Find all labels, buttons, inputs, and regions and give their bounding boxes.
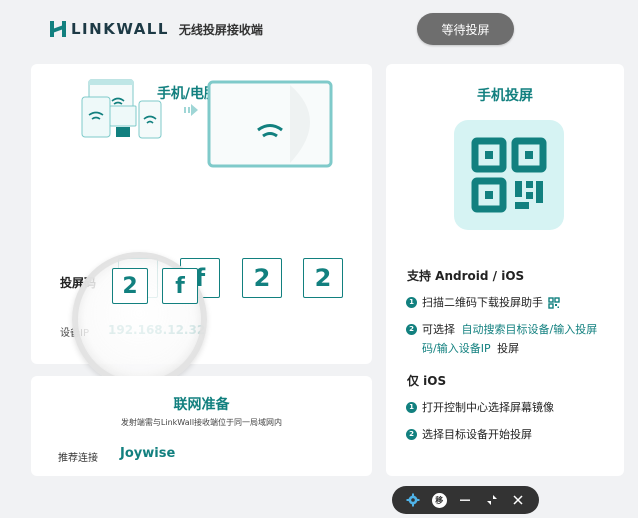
ios-step-2-text: 选择目标设备开始投屏 — [422, 428, 532, 441]
ios-only-heading: 仅 iOS — [407, 374, 447, 388]
cast-code-digit-4: 2 — [303, 258, 343, 298]
step-number-badge: 2 — [406, 429, 417, 440]
phone-cast-card: 手机投屏 支持 Android / iOS 1 扫描二维码下载投屏助手 2 可选… — [386, 64, 624, 476]
ios-step-2: 2 选择目标设备开始投屏 — [406, 425, 532, 444]
brand-logo: LINKWALL 无线投屏接收端 — [50, 18, 263, 40]
network-prep-description: 发射端需与LinkWall接收端位于同一局域网内 — [120, 418, 283, 427]
android-step-2-prefix: 可选择 — [422, 323, 455, 336]
network-prep-title: 联网准备 — [173, 397, 230, 413]
phone-cast-title: 手机投屏 — [477, 88, 533, 104]
linkwall-logo-icon — [50, 21, 66, 37]
device-ip-label: 设备IP — [60, 328, 89, 339]
phone-icon — [138, 100, 162, 139]
step-number-badge: 1 — [406, 297, 417, 308]
settings-gear-icon[interactable] — [404, 491, 422, 509]
recommended-network-label: 推荐连接 — [58, 453, 98, 464]
app-window: LINKWALL 无线投屏接收端 等待投屏 手机/电脑投屏 投屏码 2 f 2 … — [0, 0, 638, 518]
minimize-icon[interactable] — [456, 491, 474, 509]
cast-code-label: 投屏码 — [60, 276, 97, 290]
arrow-right-icon — [184, 104, 198, 116]
tablet-icon — [81, 96, 111, 138]
brand-name: LINKWALL — [71, 20, 169, 38]
qr-small-icon — [548, 297, 560, 309]
move-button[interactable]: 移 — [430, 491, 448, 509]
move-label: 移 — [431, 492, 447, 508]
network-prep-card: 联网准备 发射端需与LinkWall接收端位于同一局域网内 推荐连接 Joywi… — [31, 376, 372, 476]
android-step-1-text: 扫描二维码下载投屏助手 — [422, 296, 543, 309]
android-step-1: 1 扫描二维码下载投屏助手 — [406, 293, 560, 312]
cast-code-digit-3: 2 — [242, 258, 282, 298]
cast-code-digit-1: 2 — [118, 258, 158, 298]
cast-methods-link-line1[interactable]: 自动搜索目标设备/输入投屏 — [462, 323, 598, 336]
step-number-badge: 1 — [406, 402, 417, 413]
cast-code-digit-2: f — [180, 258, 220, 298]
qr-code-tile[interactable] — [454, 120, 564, 230]
collapse-arrows-icon[interactable] — [483, 491, 501, 509]
brand-subtitle: 无线投屏接收端 — [178, 22, 263, 37]
ios-step-1-text: 打开控制中心选择屏幕镜像 — [422, 401, 554, 414]
android-step-2-suffix: 投屏 — [497, 342, 520, 355]
tv-screen-icon — [207, 80, 333, 168]
pc-icon — [109, 105, 137, 137]
window-toolbar: 移 — [392, 486, 539, 514]
android-step-2: 2 可选择 自动搜索目标设备/输入投屏 码/输入设备IP 投屏 — [406, 320, 597, 358]
android-ios-heading: 支持 Android / iOS — [407, 269, 525, 283]
cast-illustration — [81, 79, 333, 168]
device-ip-value: 192.168.12.32 — [108, 323, 206, 337]
step-number-badge: 2 — [406, 324, 417, 335]
waiting-cast-button[interactable]: 等待投屏 — [417, 13, 514, 45]
cast-methods-link-line2[interactable]: 码/输入设备IP — [422, 342, 491, 355]
recommended-network-value: Joywise — [120, 446, 176, 461]
qr-code-icon — [471, 137, 547, 213]
ios-step-1: 1 打开控制中心选择屏幕镜像 — [406, 398, 554, 417]
close-icon[interactable] — [509, 491, 527, 509]
